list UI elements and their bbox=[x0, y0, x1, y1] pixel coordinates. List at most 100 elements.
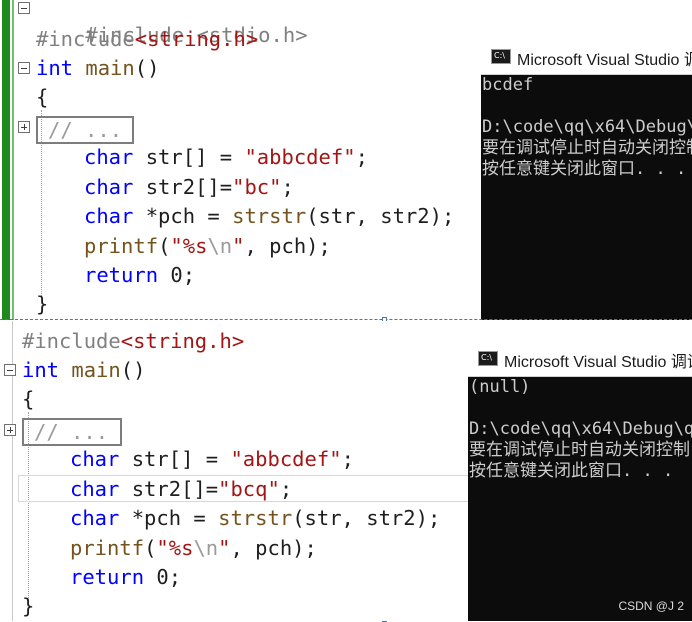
console-titlebar[interactable]: C:\ Microsoft Visual Studio 调试控制台 bbox=[481, 38, 692, 75]
keyword-char: char bbox=[70, 506, 120, 530]
decl-str2-rest: str2[]= bbox=[119, 477, 219, 501]
debug-console-window-bottom[interactable]: C:\ Microsoft Visual Studio 调试控制台 (null)… bbox=[468, 340, 692, 621]
angle-open: < bbox=[134, 27, 148, 51]
code-line-include-string[interactable]: #include<string.h> bbox=[22, 327, 244, 356]
watermark: CSDN @J 2 bbox=[618, 599, 684, 613]
code-line-brace-close[interactable]: } bbox=[36, 290, 48, 319]
console-output-line: 要在调试停止时自动关闭控制台 bbox=[469, 440, 692, 460]
brace-close: } bbox=[36, 292, 49, 316]
code-line-printf[interactable]: printf("%s\n", pch); bbox=[70, 534, 317, 563]
fold-expand-icon[interactable] bbox=[4, 424, 16, 436]
code-line-include-stdio[interactable]: #include <stdio.h> bbox=[36, 0, 307, 47]
decl-str-rest: str[] = bbox=[133, 145, 245, 169]
strstr-args: (str, str2); bbox=[306, 204, 455, 228]
code-line-brace-open[interactable]: { bbox=[36, 83, 48, 112]
change-tracking-bar-thin bbox=[12, 0, 14, 320]
format-string-end: " bbox=[218, 536, 231, 560]
console-output-line: bcdef bbox=[482, 75, 534, 95]
escape-sequence: \n bbox=[207, 234, 233, 258]
editor-pane-top[interactable]: #include <stdio.h> #include<string.h> in… bbox=[0, 0, 692, 320]
fold-toggle-include-icon[interactable] bbox=[18, 2, 30, 14]
change-tracking-bar bbox=[2, 0, 10, 320]
code-line-main-signature[interactable]: int main() bbox=[36, 54, 159, 83]
collapsed-region[interactable]: // ... bbox=[22, 418, 122, 446]
fold-expand-icon[interactable] bbox=[18, 121, 30, 133]
code-line-main-signature[interactable]: int main() bbox=[22, 356, 145, 385]
code-line-decl-pch[interactable]: char *pch = strstr(str, str2); bbox=[84, 202, 454, 231]
function-call-printf: printf bbox=[70, 536, 145, 560]
code-line-decl-str2[interactable]: char str2[]="bc"; bbox=[84, 173, 294, 202]
function-name-main: main bbox=[85, 56, 135, 80]
open-paren: ( bbox=[144, 536, 157, 560]
open-paren: ( bbox=[158, 234, 171, 258]
format-string-start: "%s bbox=[170, 234, 208, 258]
string-literal: "bcq" bbox=[218, 477, 280, 501]
keyword-int: int bbox=[36, 56, 74, 80]
strstr-args: (str, str2); bbox=[292, 506, 441, 530]
angle-close: > bbox=[231, 329, 245, 353]
console-app-icon: C:\ bbox=[491, 49, 511, 64]
console-output: bcdef​D:\code\qq\x64\Debug\qq.exe要在调试停止时… bbox=[482, 75, 692, 180]
semicolon: ; bbox=[281, 175, 294, 199]
fold-toggle-main-icon[interactable] bbox=[18, 62, 30, 74]
format-string-start: "%s bbox=[156, 536, 194, 560]
keyword-return: return bbox=[70, 565, 145, 589]
printf-rest: , pch); bbox=[230, 536, 317, 560]
escape-sequence: \n bbox=[193, 536, 219, 560]
decl-str2-rest: str2[]= bbox=[133, 175, 233, 199]
semicolon: ; bbox=[279, 477, 293, 501]
keyword-char: char bbox=[84, 204, 134, 228]
include-header: string.h bbox=[147, 27, 246, 51]
console-title: Microsoft Visual Studio 调试控制台 bbox=[517, 52, 692, 69]
code-line-brace-close[interactable]: } bbox=[22, 592, 34, 621]
brace-close: } bbox=[22, 594, 35, 618]
keyword-return: return bbox=[84, 263, 159, 287]
brace-open: { bbox=[36, 85, 49, 109]
debug-console-window-top[interactable]: C:\ Microsoft Visual Studio 调试控制台 bcdef​… bbox=[481, 38, 692, 320]
code-line-decl-pch[interactable]: char *pch = strstr(str, str2); bbox=[70, 504, 440, 533]
include-directive: #include bbox=[36, 27, 135, 51]
format-string-end: " bbox=[232, 234, 245, 258]
code-line-decl-str[interactable]: char str[] = "abbcdef"; bbox=[84, 143, 368, 172]
function-call-strstr: strstr bbox=[218, 506, 293, 530]
console-output-line: 要在调试停止时自动关闭控制台 bbox=[482, 138, 692, 158]
semicolon: ; bbox=[341, 447, 354, 471]
fold-toggle-main-icon[interactable] bbox=[4, 364, 16, 376]
console-title: Microsoft Visual Studio 调试控制台 bbox=[504, 354, 692, 371]
decl-pch-rest: *pch = bbox=[119, 506, 219, 530]
code-line-printf[interactable]: printf("%s\n", pch); bbox=[84, 232, 331, 261]
code-line-decl-str[interactable]: char str[] = "abbcdef"; bbox=[70, 445, 354, 474]
console-output-line: ​ bbox=[469, 398, 692, 419]
console-app-icon: C:\ bbox=[478, 351, 498, 366]
keyword-char: char bbox=[70, 447, 120, 471]
console-output-line: D:\code\qq\x64\Debug\qq.exe bbox=[482, 117, 692, 137]
console-output: (null)​D:\code\qq\x64\Debug\qq.exe要在调试停止… bbox=[469, 377, 692, 482]
code-line-return[interactable]: return 0; bbox=[84, 261, 195, 290]
main-parens: () bbox=[120, 358, 146, 382]
code-line-brace-open[interactable]: { bbox=[22, 385, 34, 414]
include-directive: #include bbox=[22, 329, 121, 353]
printf-rest: , pch); bbox=[244, 234, 331, 258]
string-literal: "bc" bbox=[232, 175, 282, 199]
code-line-include-string[interactable]: #include<string.h> bbox=[36, 25, 258, 54]
editor-pane-bottom[interactable]: #include<string.h> int main() { // ... c… bbox=[0, 321, 692, 621]
angle-close: > bbox=[245, 27, 259, 51]
return-rest: 0; bbox=[144, 565, 182, 589]
console-titlebar[interactable]: C:\ Microsoft Visual Studio 调试控制台 bbox=[468, 340, 692, 377]
keyword-char: char bbox=[70, 477, 120, 501]
decl-str-rest: str[] = bbox=[119, 447, 231, 471]
code-line-decl-str2[interactable]: char str2[]="bcq"; bbox=[70, 475, 292, 504]
collapsed-region[interactable]: // ... bbox=[36, 116, 134, 144]
split-divider[interactable] bbox=[0, 319, 692, 320]
console-output-line: 按任意键关闭此窗口. . . bbox=[469, 461, 674, 481]
keyword-int: int bbox=[22, 358, 60, 382]
function-call-strstr: strstr bbox=[232, 204, 307, 228]
function-name-main: main bbox=[71, 358, 121, 382]
collapsed-region-text: // ... bbox=[48, 118, 123, 142]
semicolon: ; bbox=[355, 145, 368, 169]
include-header: string.h bbox=[133, 329, 232, 353]
console-output-line: 按任意键关闭此窗口. . . bbox=[482, 159, 687, 179]
collapsed-region-text: // ... bbox=[34, 420, 109, 444]
string-literal: "abbcdef" bbox=[244, 145, 356, 169]
code-line-return[interactable]: return 0; bbox=[70, 563, 181, 592]
